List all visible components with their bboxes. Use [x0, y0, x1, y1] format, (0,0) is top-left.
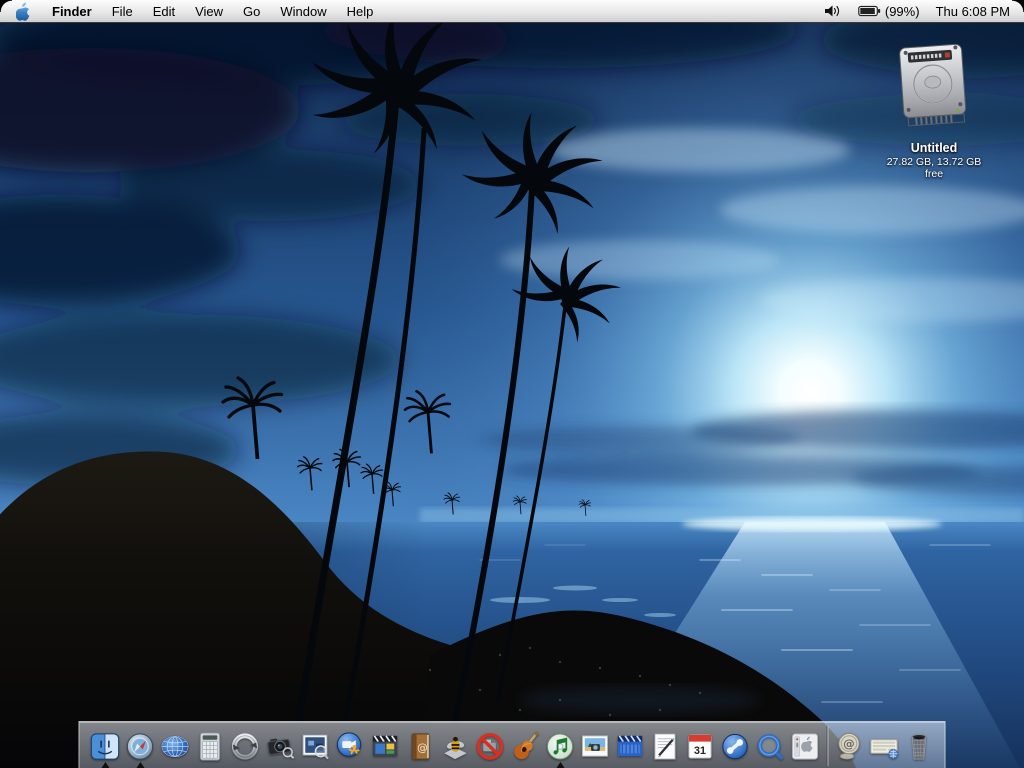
imovie-icon [372, 734, 398, 756]
apple-logo-icon [16, 1, 30, 21]
dock-item-itunes[interactable] [543, 724, 578, 768]
calculator-icon [199, 731, 221, 761]
speaker-icon [824, 5, 840, 17]
battery-menu-extra[interactable]: (99%) [850, 0, 928, 22]
atstamp-icon: @ [838, 732, 860, 760]
menu-go[interactable]: Go [233, 0, 270, 22]
hard-drive-icon [899, 43, 967, 127]
isync-icon [231, 732, 259, 760]
keyboarddoc-icon [870, 738, 899, 759]
menu-window[interactable]: Window [270, 0, 336, 22]
safari-icon [126, 732, 154, 760]
dock-item-addressbook[interactable]: @ [403, 724, 438, 768]
phone-icon [722, 733, 748, 759]
volume-menu-extra[interactable] [816, 0, 850, 22]
running-indicator [136, 762, 144, 768]
dock-item-globe[interactable] [158, 724, 193, 768]
screen-corner-left [0, 0, 12, 12]
dock-item-ichatav[interactable] [333, 724, 368, 768]
dock-item-keyboarddoc[interactable] [867, 724, 902, 768]
nosign-icon [476, 732, 504, 760]
bee-icon [444, 736, 467, 759]
sysprefs-icon [791, 732, 819, 760]
svg-text:31: 31 [694, 745, 706, 757]
dock-item-atstamp[interactable]: @ [832, 724, 867, 768]
dock-item-phone[interactable] [718, 724, 753, 768]
dock-separator [823, 724, 832, 768]
dock-item-garageband[interactable] [508, 724, 543, 768]
running-indicator [101, 762, 109, 768]
menu-file[interactable]: File [102, 0, 143, 22]
dock-item-quicktime[interactable] [753, 724, 788, 768]
trash-icon [911, 733, 927, 760]
screen-corner-right [1012, 0, 1024, 12]
dock-item-finder[interactable] [88, 724, 123, 768]
menu-view[interactable]: View [185, 0, 233, 22]
menu-finder[interactable]: Finder [42, 0, 102, 22]
menu-clock: Thu 6:08 PM [935, 3, 1010, 19]
battery-icon [858, 5, 881, 17]
menu-help[interactable]: Help [337, 0, 384, 22]
itunes-icon [546, 732, 574, 760]
dock: @31 @ [78, 721, 946, 768]
desktop[interactable]: Finder File Edit View Go Window Help (99%) Thu… [0, 0, 1024, 768]
dock-item-ical[interactable]: 31 [683, 724, 718, 768]
dock-item-imoviehd[interactable] [613, 724, 648, 768]
ical-icon: 31 [688, 733, 712, 759]
svg-text:@: @ [843, 736, 855, 750]
dock-item-nosign[interactable] [473, 724, 508, 768]
volume-label: Untitled [910, 141, 958, 155]
battery-percent: (99%) [884, 3, 920, 19]
dock-item-textedit[interactable] [648, 724, 683, 768]
imoviehd-icon [617, 734, 643, 756]
garageband-icon [514, 730, 539, 759]
dock-item-trash[interactable] [902, 724, 937, 768]
preview-icon [302, 733, 329, 759]
dock-item-isync[interactable] [228, 724, 263, 768]
desktop-icon-untitled[interactable]: Untitled 27.82 GB, 13.72 GB free [882, 40, 986, 180]
dock-item-bee[interactable] [438, 724, 473, 768]
menu-bar: Finder File Edit View Go Window Help (99%) Thu… [0, 0, 1024, 23]
wallpaper-image [0, 0, 1024, 768]
running-indicator [556, 762, 564, 768]
svg-text:@: @ [417, 740, 428, 753]
dock-item-iphoto[interactable] [578, 724, 613, 768]
clock-menu-extra[interactable]: Thu 6:08 PM [928, 0, 1024, 22]
menu-edit[interactable]: Edit [143, 0, 185, 22]
globe-icon [161, 735, 189, 757]
addressbook-icon: @ [411, 732, 430, 760]
dock-item-calculator[interactable] [193, 724, 228, 768]
dock-item-preview[interactable] [298, 724, 333, 768]
quicktime-icon [757, 733, 784, 760]
dock-item-sysprefs[interactable] [788, 724, 823, 768]
volume-detail: 27.82 GB, 13.72 GB free [886, 156, 982, 180]
textedit-icon [654, 732, 676, 760]
camera-icon [267, 738, 295, 759]
dock-item-imovie[interactable] [368, 724, 403, 768]
dock-item-camera[interactable] [263, 724, 298, 768]
iphoto-icon [581, 734, 609, 757]
finder-icon [90, 732, 120, 760]
dock-item-safari[interactable] [123, 724, 158, 768]
ichatav-icon [336, 731, 362, 757]
